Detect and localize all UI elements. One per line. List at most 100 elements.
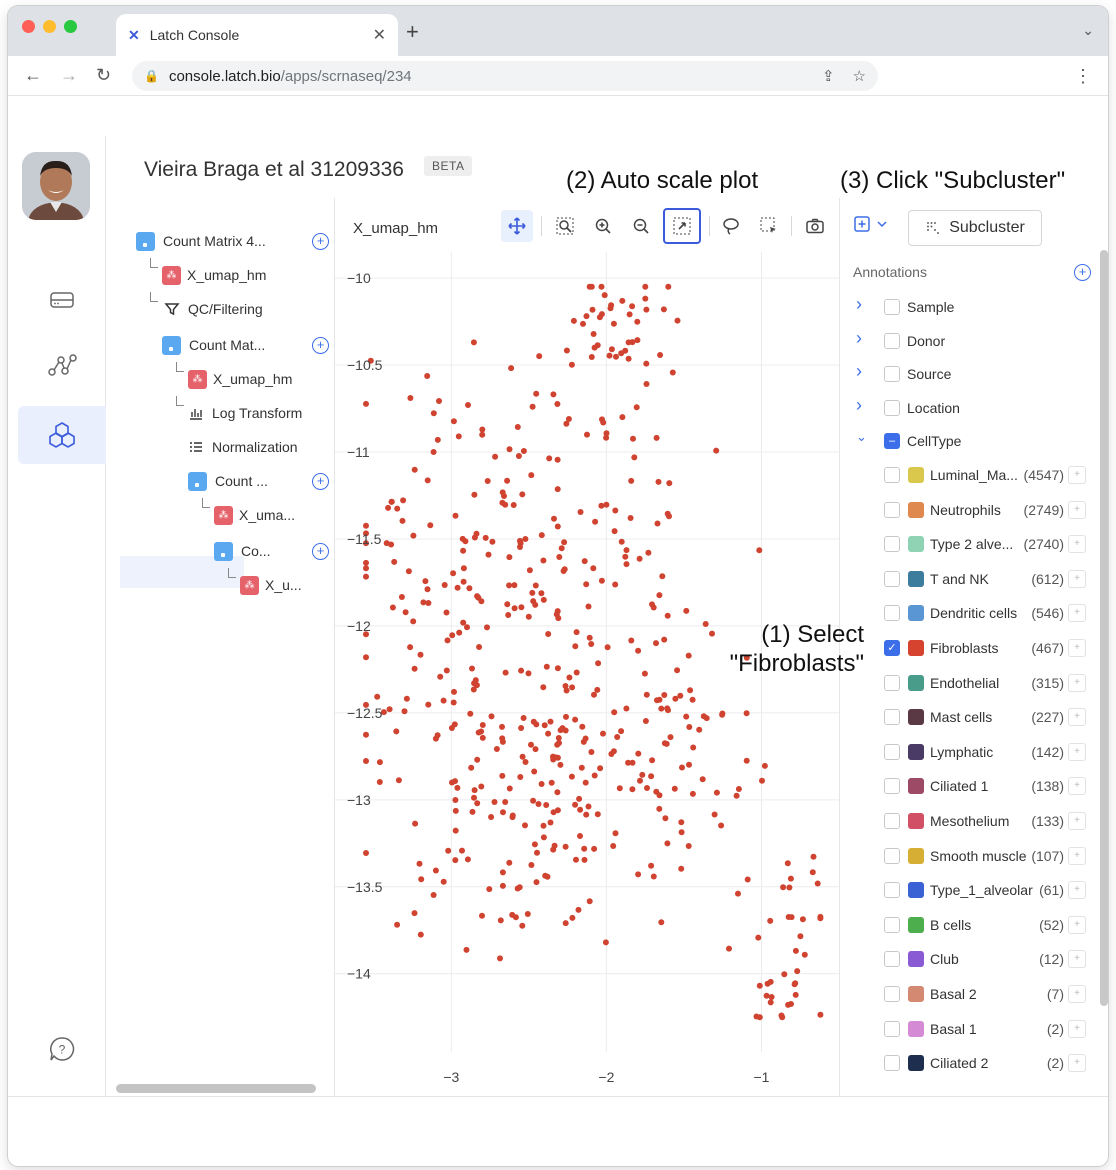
celltype-action-button[interactable]: + [1068,742,1086,761]
add-node-button[interactable]: + [312,543,329,560]
add-node-button[interactable]: + [312,337,329,354]
celltype-checkbox[interactable] [884,951,900,968]
zoom-in-icon[interactable] [587,210,619,242]
celltype-action-button[interactable]: + [1068,812,1086,830]
close-window-button[interactable] [22,20,35,33]
camera-icon[interactable] [799,210,831,242]
share-icon[interactable]: ⇪ [822,67,835,85]
celltype-checkbox[interactable] [884,813,900,829]
bookmark-star-icon[interactable]: ☆ [853,67,866,85]
celltype-row[interactable]: Neutrophils (2749) + [840,493,1094,527]
browser-tab[interactable]: ✕ Latch Console ✕ [116,14,398,56]
annotation-group-donor[interactable]: › Donor [840,324,1094,358]
tree-node-log-transform[interactable]: Log Transform [188,398,302,428]
celltype-row[interactable]: Basal 2 (7) + [840,977,1094,1011]
celltype-checkbox[interactable] [884,743,900,760]
tree-node-umap-1[interactable]: ⁂ X_umap_hm [162,260,266,290]
url-field[interactable]: 🔒 console.latch.bio/apps/scrnaseq/234 ⇪ … [132,61,878,91]
celltype-action-button[interactable]: + [1068,950,1086,969]
group-checkbox[interactable]: – [884,433,900,449]
celltype-action-button[interactable]: + [1068,569,1086,588]
chevron-down-icon[interactable]: ⌄ [856,429,867,445]
reload-icon[interactable]: ↻ [96,65,111,86]
rail-workflows-icon[interactable] [18,336,106,394]
new-tab-button[interactable]: + [406,19,419,45]
celltype-row[interactable]: B cells (52) + [840,908,1094,942]
annotation-vertical-scrollbar[interactable] [1100,250,1108,1006]
annotation-group-source[interactable]: › Source [840,357,1094,391]
zoom-box-icon[interactable] [549,210,581,242]
group-checkbox[interactable] [884,299,900,315]
pan-icon[interactable] [501,210,533,242]
annotation-group-location[interactable]: › Location [840,391,1094,425]
tree-node-count-matrix-4[interactable]: Co... [214,536,271,566]
tree-node-count-matrix-2[interactable]: Count Mat... [162,330,265,360]
minimize-window-button[interactable] [43,20,56,33]
celltype-action-button[interactable]: + [1068,708,1086,727]
group-checkbox[interactable] [884,366,900,382]
back-icon[interactable]: ← [24,65,42,86]
chevron-right-icon[interactable]: › [856,328,862,349]
help-icon[interactable]: ? [18,1020,106,1078]
add-annotation-button[interactable]: + [1074,264,1091,281]
celltype-action-button[interactable]: + [1068,881,1086,900]
celltype-action-button[interactable]: + [1068,985,1086,1003]
celltype-row[interactable]: Dendritic cells (546) + [840,596,1094,630]
celltype-row[interactable]: Type 2 alve... (2740) + [840,527,1094,561]
chevron-right-icon[interactable]: › [856,361,862,382]
celltype-checkbox[interactable] [884,467,900,483]
tree-node-count-matrix-1[interactable]: Count Matrix 4... [136,226,266,256]
celltype-checkbox[interactable] [884,674,900,691]
avatar[interactable] [22,152,90,220]
add-annotation-dropdown[interactable] [854,216,888,232]
tree-node-normalization[interactable]: Normalization [188,432,298,462]
tree-node-qc-filtering[interactable]: QC/Filtering [164,294,263,324]
tree-node-umap-4-selected[interactable]: ⁂ X_u... [240,570,302,600]
rail-storage-icon[interactable] [18,270,106,328]
celltype-action-button[interactable]: + [1068,673,1086,692]
celltype-row[interactable]: Mast cells (227) + [840,700,1094,734]
celltype-action-button[interactable]: + [1068,466,1086,484]
celltype-row[interactable]: Smooth muscle (107) + [840,839,1094,873]
celltype-action-button[interactable]: + [1068,915,1086,934]
annotation-group-sample[interactable]: › Sample [840,290,1094,324]
group-checkbox[interactable] [884,399,900,416]
chevron-right-icon[interactable]: › [856,395,862,416]
celltype-row[interactable]: Lymphatic (142) + [840,735,1094,769]
celltype-action-button[interactable]: + [1068,604,1086,623]
celltype-checkbox[interactable] [884,1020,900,1037]
celltype-row[interactable]: T and NK (612) + [840,562,1094,596]
celltype-checkbox[interactable] [884,1055,900,1072]
close-tab-icon[interactable]: ✕ [373,25,386,45]
celltype-action-button[interactable]: + [1068,846,1086,865]
celltype-row[interactable]: Mesothelium (133) + [840,804,1094,838]
tree-node-umap-2[interactable]: ⁂ X_umap_hm [188,364,292,394]
celltype-row[interactable]: Basal 1 (2) + [840,1012,1094,1046]
tree-node-count-matrix-3[interactable]: Count ... [188,466,268,496]
add-node-button[interactable]: + [312,473,329,490]
celltype-action-button[interactable]: + [1068,639,1086,657]
chevron-right-icon[interactable]: › [856,294,862,315]
autoscale-icon[interactable] [663,208,701,244]
celltype-checkbox[interactable] [884,536,900,553]
celltype-row[interactable]: Club (12) + [840,942,1094,976]
celltype-row[interactable]: Luminal_Ma... (4547) + [840,458,1094,492]
celltype-action-button[interactable]: + [1068,1054,1086,1073]
rail-apps-icon[interactable] [18,406,106,464]
forward-icon[interactable]: → [60,65,78,86]
celltype-action-button[interactable]: + [1068,777,1086,796]
browser-menu-icon[interactable]: ⋮ [1074,66,1092,87]
celltype-action-button[interactable]: + [1068,535,1086,554]
subcluster-button[interactable]: Subcluster [908,210,1042,246]
celltype-checkbox[interactable] [884,847,900,864]
tree-node-umap-3[interactable]: ⁂ X_uma... [214,500,295,530]
celltype-checkbox[interactable] [884,882,900,899]
celltype-checkbox[interactable] [884,709,900,726]
celltype-checkbox[interactable] [884,916,900,933]
zoom-out-icon[interactable] [625,210,657,242]
maximize-window-button[interactable] [64,20,77,33]
celltype-row[interactable]: Endothelial (315) + [840,666,1094,700]
celltype-row[interactable]: Type_1_alveolar (61) + [840,873,1094,907]
box-select-icon[interactable] [753,210,785,242]
celltype-action-button[interactable]: + [1068,1019,1086,1038]
